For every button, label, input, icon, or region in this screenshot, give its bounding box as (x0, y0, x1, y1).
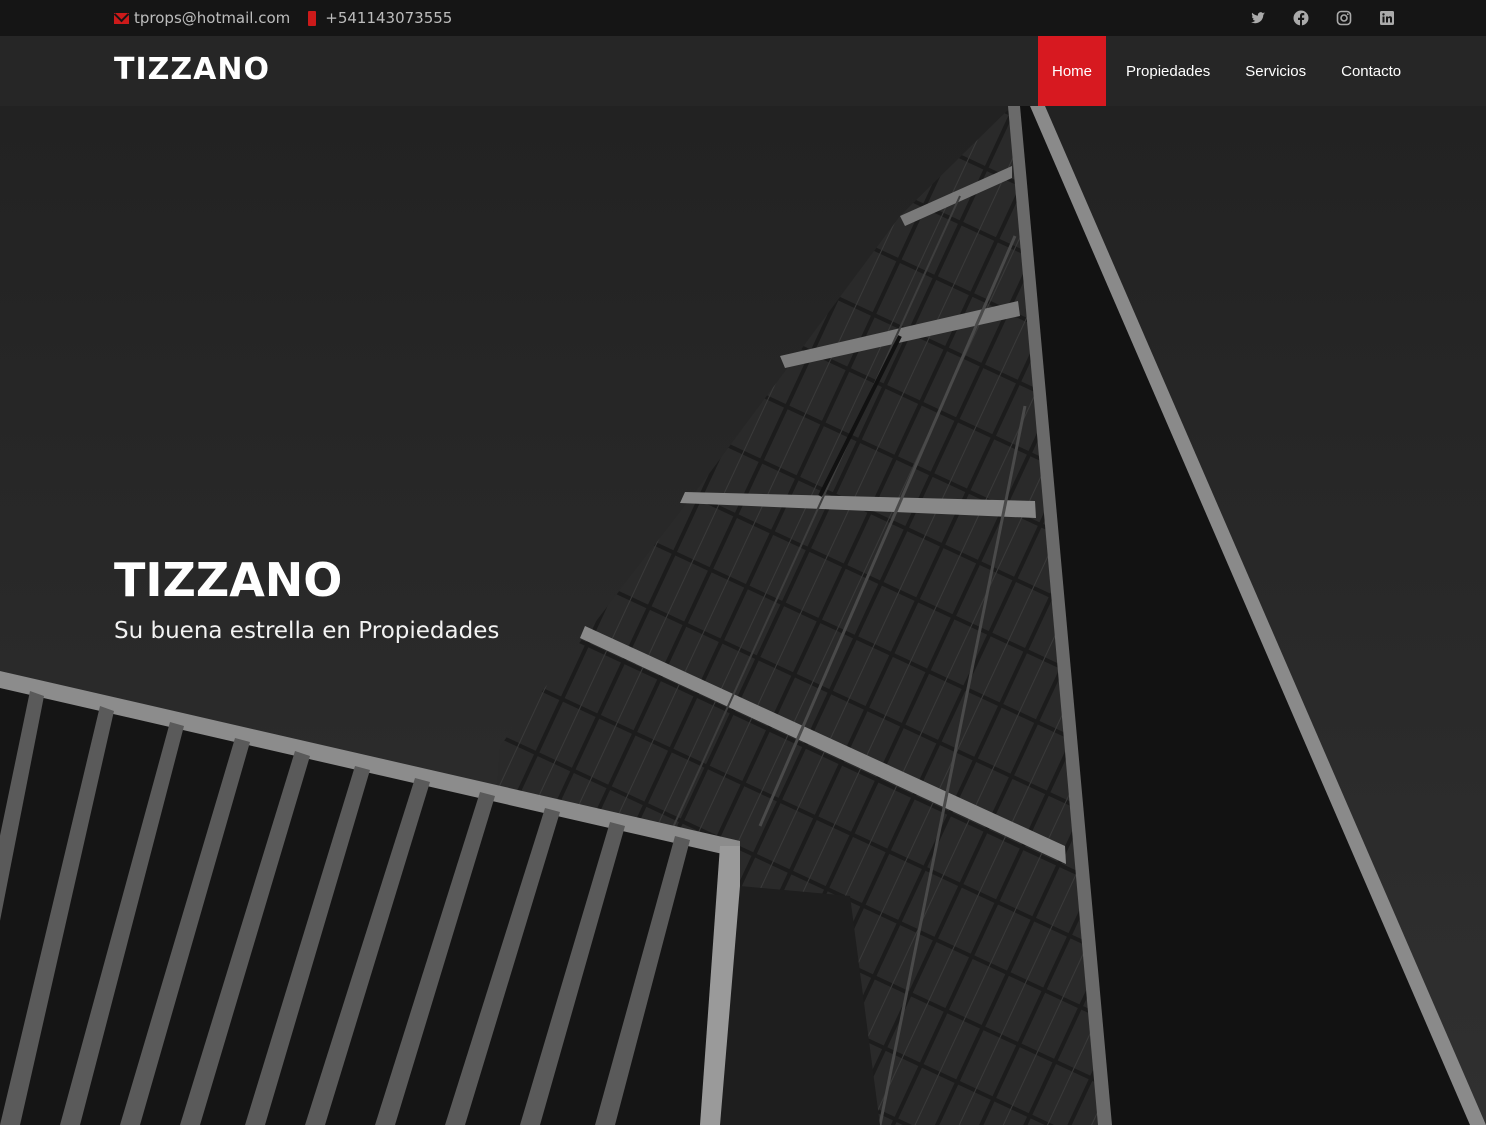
instagram-icon[interactable] (1336, 10, 1352, 26)
nav-contacto[interactable]: Contacto (1327, 36, 1415, 106)
social-links (1250, 0, 1422, 36)
main-nav: Home Propiedades Servicios Contacto (1038, 36, 1422, 106)
top-bar: tprops@hotmail.com +541143073555 (0, 0, 1486, 36)
hero-title: TIZZANO (114, 553, 343, 607)
email-contact[interactable]: tprops@hotmail.com (114, 9, 290, 27)
twitter-icon[interactable] (1250, 10, 1266, 26)
hero-subtitle: Su buena estrella en Propiedades (114, 618, 500, 644)
nav-servicios[interactable]: Servicios (1231, 36, 1320, 106)
contact-info: tprops@hotmail.com +541143073555 (114, 0, 470, 36)
hero-background-image (0, 106, 1486, 1125)
phone-text[interactable]: +541143073555 (325, 9, 452, 27)
nav-home[interactable]: Home (1038, 36, 1107, 106)
phone-contact[interactable]: +541143073555 (308, 9, 452, 27)
nav-propiedades[interactable]: Propiedades (1112, 36, 1224, 106)
facebook-icon[interactable] (1293, 10, 1309, 26)
site-logo[interactable]: TIZZANO (114, 52, 270, 87)
hero-section: TIZZANO Su buena estrella en Propiedades (0, 106, 1486, 1125)
site-header: TIZZANO Home Propiedades Servicios Conta… (0, 36, 1486, 106)
email-text[interactable]: tprops@hotmail.com (134, 9, 290, 27)
linkedin-icon[interactable] (1379, 10, 1395, 26)
envelope-icon (114, 12, 129, 24)
phone-icon (308, 10, 317, 26)
